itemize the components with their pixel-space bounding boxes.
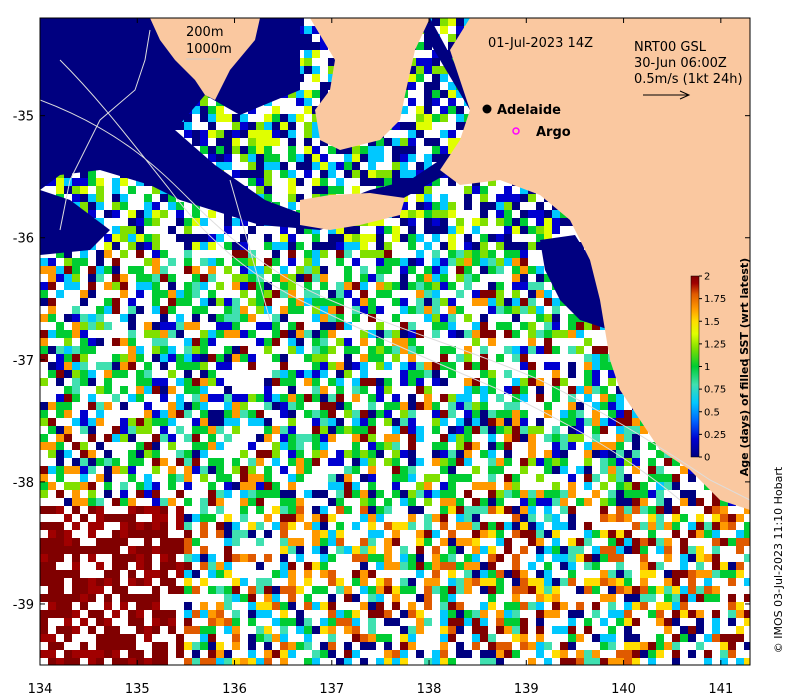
x-tick-label: 135: [125, 682, 150, 697]
legend-1000m: 1000m: [186, 42, 232, 57]
colorbar-tick-label: 0.25: [704, 430, 726, 441]
colorbar-tick-label: 1.25: [704, 339, 726, 350]
x-tick-label: 138: [417, 682, 442, 697]
colorbar-tick-label: 1.5: [704, 317, 720, 328]
colorbar-gradient: [690, 275, 700, 458]
colorbar-tick-label: 1: [704, 362, 710, 373]
x-tick-label: 140: [611, 682, 636, 697]
x-tick-label: 136: [222, 682, 247, 697]
map-figure: 134 135 136 137 138 139 140 141 -35 -36 -37 -38 -39…: [13, 17, 785, 697]
colorbar-tick-label: 1.75: [704, 294, 726, 305]
colorbar-tick-label: 0.75: [704, 385, 726, 396]
x-tick-label: 139: [514, 682, 539, 697]
y-tick-label: -37: [13, 354, 34, 369]
date-label: 01-Jul-2023 14Z: [488, 36, 593, 51]
argo-label: Argo: [536, 125, 571, 140]
legend-200m: 200m: [186, 25, 223, 40]
current-info-line2: 30-Jun 06:00Z: [634, 56, 727, 71]
y-tick-label: -35: [13, 110, 34, 125]
colorbar-label: Age (days) of filled SST (wrt latest): [738, 258, 751, 476]
y-tick-label: -36: [13, 232, 34, 247]
y-tick-label: -39: [13, 598, 34, 613]
colorbar-tick-label: 0: [704, 453, 710, 464]
y-tick-label: -38: [13, 476, 34, 491]
x-tick-label: 137: [319, 682, 344, 697]
current-info-line1: NRT00 GSL: [634, 40, 707, 55]
adelaide-label: Adelaide: [497, 103, 561, 118]
x-tick-label: 141: [708, 682, 733, 697]
x-tick-label: 134: [28, 682, 53, 697]
colorbar-tick-label: 2: [704, 272, 710, 283]
colorbar-tick-label: 0.5: [704, 407, 720, 418]
current-info-line3: 0.5m/s (1kt 24h): [634, 72, 743, 87]
credit-text: © IMOS 03-Jul-2023 11:10 Hobart: [772, 466, 785, 653]
map-plot-area: [40, 18, 750, 665]
adelaide-marker: [482, 104, 492, 114]
